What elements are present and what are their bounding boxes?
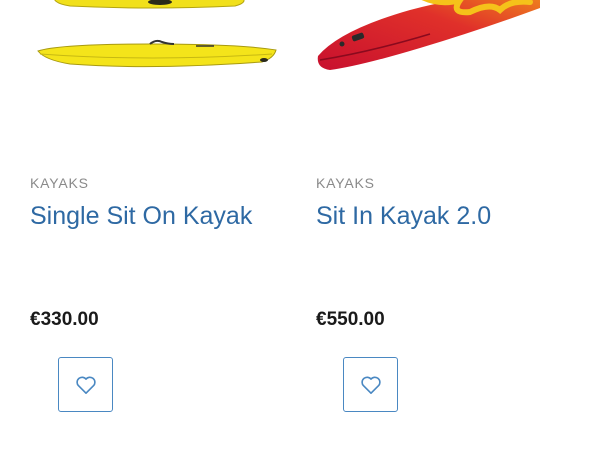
product-image-red-kayak[interactable] [300, 0, 600, 140]
product-card: KAYAKS Single Sit On Kayak €330.00 [0, 0, 277, 450]
product-price: €550.00 [316, 309, 385, 330]
red-kayak-image [317, 0, 540, 70]
add-to-wishlist-button[interactable] [343, 357, 398, 412]
heart-outline-icon [360, 376, 381, 394]
heart-outline-icon [75, 376, 96, 394]
product-title-link[interactable]: Single Sit On Kayak [30, 202, 252, 231]
product-title-link[interactable]: Sit In Kayak 2.0 [316, 202, 491, 231]
add-to-wishlist-button[interactable] [58, 357, 113, 412]
product-category: KAYAKS [316, 175, 375, 191]
yellow-kayak-image [37, 0, 277, 68]
product-category: KAYAKS [30, 175, 89, 191]
product-price: €330.00 [30, 309, 99, 330]
product-card: KAYAKS Sit In Kayak 2.0 €550.00 [300, 0, 570, 450]
product-image-yellow-kayak[interactable] [0, 0, 300, 140]
